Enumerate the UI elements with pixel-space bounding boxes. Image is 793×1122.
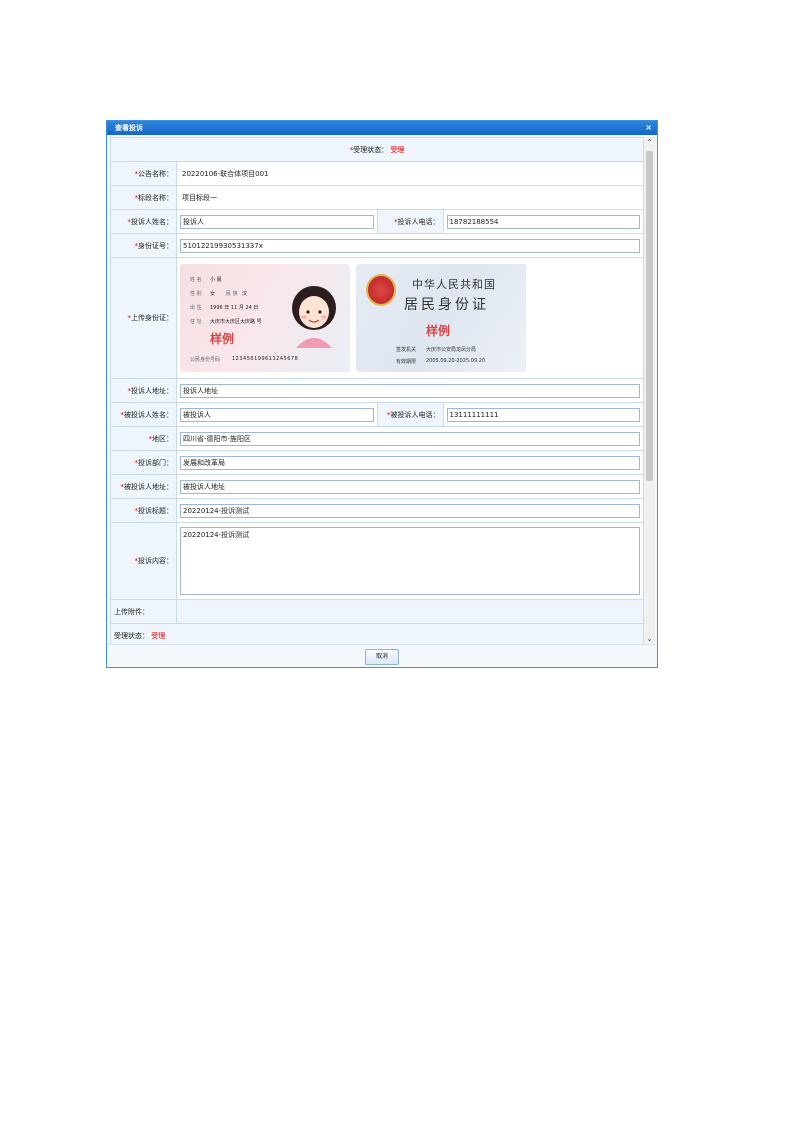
department-label: 投诉部门： (138, 458, 173, 467)
row-complainant-address: *投诉人地址： 投诉人地址 (110, 378, 644, 403)
status-row-top: *受理状态： 受理 (110, 137, 644, 162)
cancel-button[interactable]: 取消 (365, 649, 399, 665)
respondent-name-input[interactable]: 被投诉人 (180, 407, 374, 422)
row-announcement: *公告名称： 20220106-联合体项目001 (110, 161, 644, 186)
attachments-label: 上传附件： (114, 607, 149, 616)
dialog-footer: 取消 (107, 644, 657, 667)
id-number-input[interactable]: 51012219930531337x (180, 238, 640, 253)
row-respondent: *被投诉人姓名： 被投诉人 *被投诉人电话： 13111111111 (110, 402, 644, 427)
view-complaint-dialog: 查看投诉 × *受理状态： 受理 *公告名称： 20220106-联合体项目00… (106, 120, 658, 668)
complaint-content-textarea[interactable]: 20220124-投诉测试 (180, 527, 640, 595)
row-status-bottom: 受理状态： 受理 (110, 623, 644, 645)
complaint-content-label: 投诉内容： (138, 557, 173, 565)
row-section: *标段名称： 项目标段一 (110, 185, 644, 210)
respondent-address-label: 被投诉人地址： (124, 482, 173, 491)
row-respondent-address: *被投诉人地址： 被投诉人地址 (110, 474, 644, 499)
portrait-icon (292, 286, 336, 348)
sample-stamp-front: 样例 (210, 332, 235, 346)
dialog-titlebar: 查看投诉 × (107, 121, 657, 135)
announcement-label: 公告名称： (138, 169, 173, 178)
status-bottom-label: 受理状态： (114, 631, 149, 640)
department-input[interactable]: 发展和改革局 (180, 455, 640, 470)
respondent-address-input[interactable]: 被投诉人地址 (180, 479, 640, 494)
respondent-phone-label: 被投诉人电话： (390, 410, 440, 419)
announcement-value: 20220106-联合体项目001 (182, 169, 269, 178)
sample-stamp-back: 样例 (426, 324, 451, 338)
status-label: 受理状态： (353, 145, 389, 154)
complainant-name-input[interactable]: 投诉人 (180, 214, 374, 229)
row-upload-id: *上传身份证： 姓 名 小 晨 性 别 女 民 族 汉 出 生 1996 年 1… (110, 257, 644, 379)
chevron-up-icon[interactable]: ⌃ (644, 137, 655, 149)
dialog-content: *受理状态： 受理 *公告名称： 20220106-联合体项目001 *标段名称… (110, 137, 644, 645)
section-value: 项目标段一 (182, 193, 217, 202)
national-emblem-icon (366, 274, 396, 306)
complaint-title-input[interactable]: 20220124-投诉测试 (180, 503, 640, 518)
id-card-images: 姓 名 小 晨 性 别 女 民 族 汉 出 生 1996 年 11 月 24 日… (180, 261, 640, 375)
region-input[interactable]: 四川省-德阳市-旌阳区 (180, 431, 640, 446)
scroll-thumb[interactable] (646, 151, 653, 481)
complainant-phone-label: 投诉人电话： (397, 217, 440, 226)
respondent-phone-input[interactable]: 13111111111 (446, 407, 640, 422)
close-icon[interactable]: × (645, 121, 652, 135)
status-value: 受理 (390, 145, 405, 154)
complaint-form: *受理状态： 受理 *公告名称： 20220106-联合体项目001 *标段名称… (110, 137, 644, 645)
id-card-front-image[interactable]: 姓 名 小 晨 性 别 女 民 族 汉 出 生 1996 年 11 月 24 日… (180, 264, 350, 372)
row-attachments: 上传附件： (110, 599, 644, 624)
complainant-address-input[interactable]: 投诉人地址 (180, 383, 640, 398)
complaint-title-label: 投诉标题： (138, 506, 173, 515)
row-region: *地区： 四川省-德阳市-旌阳区 (110, 426, 644, 451)
row-complaint-title: *投诉标题： 20220124-投诉测试 (110, 498, 644, 523)
complainant-phone-input[interactable]: 18782188554 (446, 214, 640, 229)
section-label: 标段名称： (138, 193, 173, 202)
id-number-label: 身份证号： (138, 241, 173, 250)
vertical-scrollbar[interactable]: ⌃ ⌄ (644, 137, 655, 645)
upload-id-label: 上传身份证： (131, 314, 173, 322)
respondent-name-label: 被投诉人姓名： (124, 410, 173, 419)
complainant-name-label: 投诉人姓名： (131, 217, 173, 226)
row-department: *投诉部门： 发展和改革局 (110, 450, 644, 475)
row-id-number: *身份证号： 51012219930531337x (110, 233, 644, 258)
complainant-address-label: 投诉人地址： (131, 386, 173, 395)
region-label: 地区： (152, 434, 173, 443)
status-bottom-value: 受理 (151, 631, 166, 640)
id-card-back-image[interactable]: 中华人民共和国 居民身份证 样例 签发机关 大庆市公安局龙凤分局 有效期限 20… (356, 264, 526, 372)
row-complaint-content: *投诉内容： 20220124-投诉测试 (110, 522, 644, 600)
dialog-title: 查看投诉 (115, 124, 143, 132)
row-complainant: *投诉人姓名： 投诉人 *投诉人电话： 18782188554 (110, 209, 644, 234)
